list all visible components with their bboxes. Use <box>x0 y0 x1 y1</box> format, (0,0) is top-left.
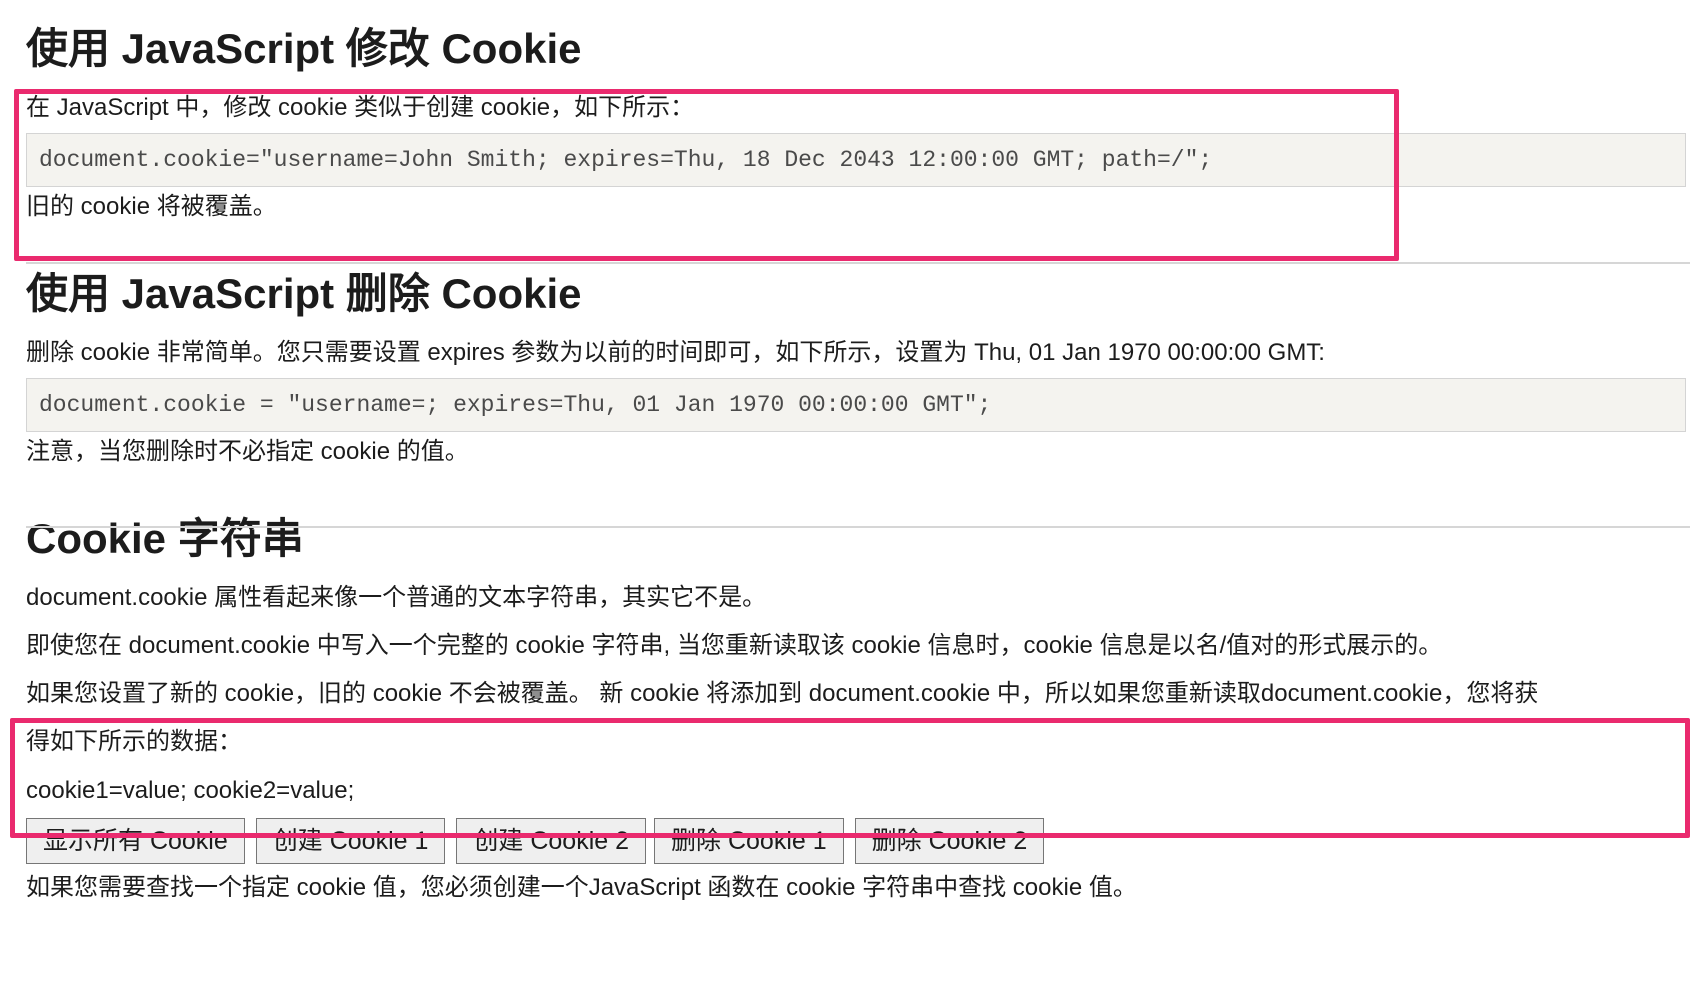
cookie-string-p4: 如果您需要查找一个指定 cookie 值，您必须创建一个JavaScript 函… <box>26 874 1137 901</box>
delete-code-block: document.cookie = "username=; expires=Th… <box>26 378 1686 432</box>
delete-note: 注意，当您删除时不必指定 cookie 的值。 <box>26 438 469 465</box>
section-title-delete: 使用 JavaScript 删除 Cookie <box>26 270 582 317</box>
section-title-modify: 使用 JavaScript 修改 Cookie <box>26 25 582 72</box>
highlight-box-modify <box>14 89 1399 261</box>
cookie-string-p1: document.cookie 属性看起来像一个普通的文本字符串，其实它不是。 <box>26 584 767 611</box>
section-divider <box>26 526 1690 528</box>
cookie-string-p3-line1: 如果您设置了新的 cookie，旧的 cookie 不会被覆盖。 新 cooki… <box>26 680 1539 707</box>
cookie-string-p2: 即使您在 document.cookie 中写入一个完整的 cookie 字符串… <box>26 632 1443 659</box>
highlight-box-cookie-string <box>10 718 1690 838</box>
section-title-cookie-string: Cookie 字符串 <box>26 515 304 562</box>
section-divider <box>26 262 1690 264</box>
delete-intro: 删除 cookie 非常简单。您只需要设置 expires 参数为以前的时间即可… <box>26 339 1325 366</box>
